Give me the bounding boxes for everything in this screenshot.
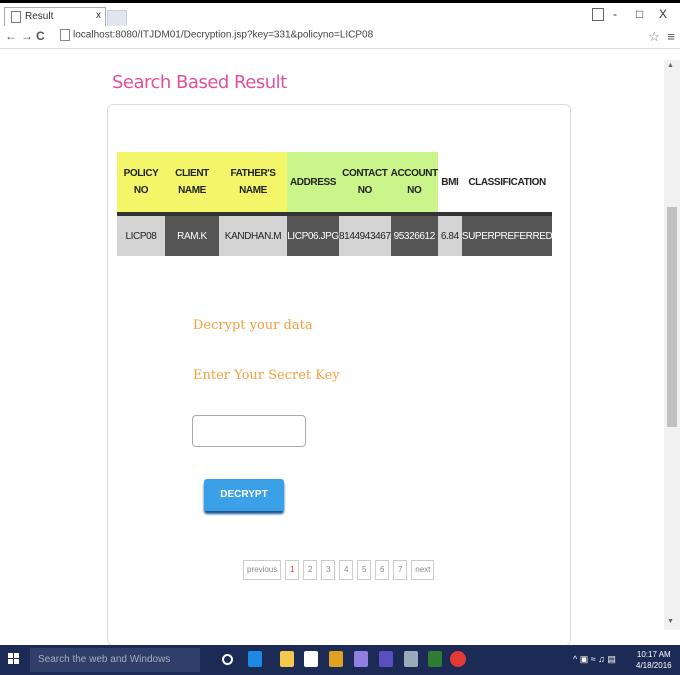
- edge-browser-icon[interactable]: [248, 651, 262, 667]
- page-icon: [60, 29, 70, 41]
- table-cell: 8144943467: [339, 212, 391, 256]
- column-header: POLICY NO: [117, 152, 165, 214]
- forward-icon[interactable]: →: [21, 29, 33, 43]
- page-button[interactable]: 7: [393, 560, 408, 580]
- page-button[interactable]: 5: [357, 560, 372, 580]
- reload-icon[interactable]: C: [36, 29, 45, 43]
- table-header-row: POLICY NO CLIENT NAME FATHER'S NAME ADDRESS…: [117, 152, 553, 214]
- column-header: BMI: [437, 152, 462, 214]
- file-explorer-icon[interactable]: [280, 651, 294, 667]
- new-tab-button[interactable]: [107, 10, 127, 27]
- close-window-button[interactable]: X: [659, 7, 667, 21]
- browser-tab[interactable]: Result x: [4, 7, 106, 27]
- table-cell: 95326612: [390, 212, 438, 256]
- column-header: CLASSIFICATION: [461, 152, 553, 214]
- tab-title: Result: [25, 11, 54, 22]
- page-button[interactable]: 3: [321, 560, 336, 580]
- table-cell: 6.84: [437, 212, 462, 256]
- task-view-icon[interactable]: [222, 654, 233, 665]
- user-icon[interactable]: [592, 8, 604, 21]
- page-button[interactable]: 4: [339, 560, 354, 580]
- table-cell: SUPERPREFERRED: [461, 212, 553, 256]
- url-text: localhost:8080/ITJDM01/Decryption.jsp?ke…: [73, 29, 374, 41]
- column-header: ADDRESS: [287, 152, 339, 214]
- secret-key-label: Enter Your Secret Key: [193, 368, 340, 383]
- page-icon: [11, 11, 21, 23]
- column-header: FATHER'S NAME: [219, 152, 287, 214]
- bookmark-star-icon[interactable]: ☆: [648, 29, 660, 45]
- pagination: previous 1 2 3 4 5 6 7 next: [243, 560, 435, 580]
- page-button[interactable]: 2: [303, 560, 318, 580]
- address-bar: ← → C localhost:8080/ITJDM01/Decryption.…: [0, 26, 680, 49]
- page-title: Search Based Result: [112, 72, 287, 93]
- scrollbar-thumb[interactable]: [667, 207, 677, 427]
- tab-bar: Result x - □ X: [0, 3, 680, 27]
- windows-start-icon[interactable]: [8, 653, 20, 665]
- column-header: CLIENT NAME: [165, 152, 219, 214]
- scroll-up-icon[interactable]: ▲: [667, 62, 674, 69]
- scroll-down-icon[interactable]: ▼: [667, 618, 674, 625]
- table-cell: LICP06.JPG: [287, 212, 339, 256]
- clock-date: 4/18/2016: [636, 661, 672, 670]
- column-header: ACCOUNT NO: [390, 152, 438, 214]
- app-icon[interactable]: [354, 651, 368, 667]
- column-header: CONTACT NO: [339, 152, 391, 214]
- secret-key-input[interactable]: [192, 415, 306, 447]
- store-icon[interactable]: [304, 651, 318, 667]
- clock-time: 10:17 AM: [636, 650, 671, 659]
- app-icon[interactable]: [404, 651, 418, 667]
- excel-icon[interactable]: [428, 651, 442, 667]
- app-icon[interactable]: [379, 651, 393, 667]
- back-icon[interactable]: ←: [5, 29, 17, 43]
- chrome-icon[interactable]: [450, 651, 466, 667]
- system-tray-icons[interactable]: ^ ▣ ≈ ♫ ▤: [573, 654, 616, 665]
- next-page-button[interactable]: next: [411, 560, 435, 580]
- menu-icon[interactable]: ≡: [667, 29, 675, 44]
- previous-page-button[interactable]: previous: [243, 560, 282, 580]
- clock[interactable]: 10:17 AM 4/18/2016: [636, 649, 672, 671]
- taskbar-search-input[interactable]: Search the web and Windows: [30, 648, 200, 672]
- table-cell: LICP08: [117, 212, 165, 256]
- table-cell: KANDHAN.M: [219, 212, 287, 256]
- result-table: POLICY NO CLIENT NAME FATHER'S NAME ADDRESS…: [117, 152, 553, 256]
- app-icon[interactable]: [329, 651, 343, 667]
- page-button[interactable]: 1: [285, 560, 300, 580]
- url-field[interactable]: localhost:8080/ITJDM01/Decryption.jsp?ke…: [60, 29, 620, 45]
- page-button[interactable]: 6: [375, 560, 390, 580]
- table-cell: RAM.K: [165, 212, 219, 256]
- taskbar: Search the web and Windows ^ ▣ ≈ ♫ ▤ 10:…: [0, 645, 680, 675]
- decrypt-heading: Decrypt your data: [193, 318, 313, 333]
- minimize-button[interactable]: -: [613, 7, 617, 21]
- table-row: LICP08 RAM.K KANDHAN.M LICP06.JPG 814494…: [117, 212, 553, 256]
- maximize-button[interactable]: □: [636, 7, 643, 21]
- decrypt-button[interactable]: DECRYPT: [204, 479, 284, 511]
- tab-close-icon[interactable]: x: [96, 10, 101, 21]
